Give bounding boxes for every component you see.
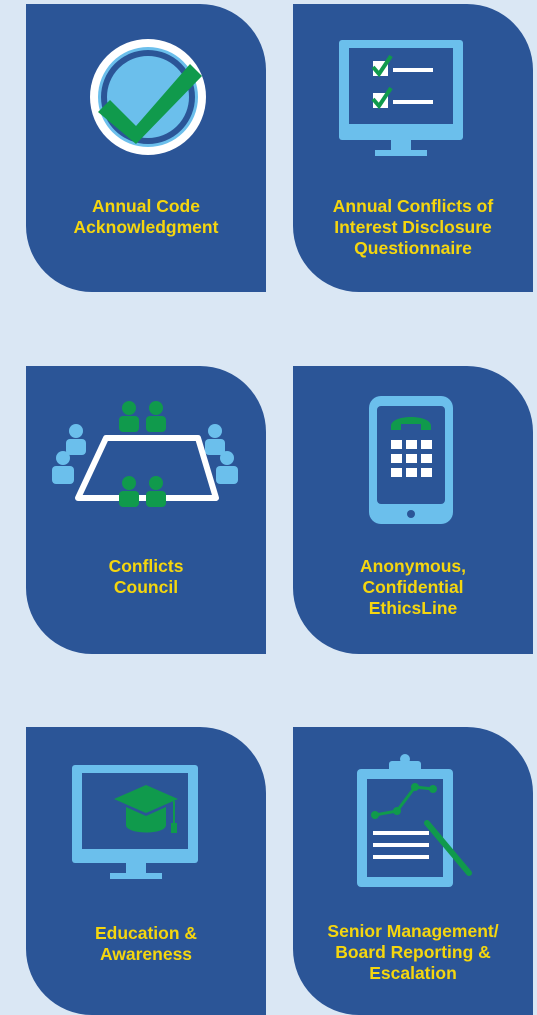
tile-label: Senior Management/ Board Reporting & Esc… bbox=[327, 921, 499, 983]
tile-label: Annual Code Acknowledgment bbox=[73, 196, 219, 237]
meeting-table-icon bbox=[52, 401, 238, 507]
tile-education-awareness: Education & Awareness bbox=[26, 727, 266, 1015]
checkmark-badge-icon bbox=[90, 39, 206, 155]
monitor-checklist-icon bbox=[339, 40, 463, 156]
tile-label: Education & Awareness bbox=[94, 923, 198, 964]
tile-senior-management-reporting: Senior Management/ Board Reporting & Esc… bbox=[293, 727, 533, 1015]
tile-label: Annual Conflicts of Interest Disclosure … bbox=[332, 196, 494, 258]
tile-label: Anonymous, Confidential EthicsLine bbox=[360, 556, 466, 618]
monitor-graduation-cap-icon bbox=[72, 765, 198, 879]
tile-annual-code-acknowledgment: Annual Code Acknowledgment bbox=[26, 4, 266, 292]
tile-annual-conflicts-disclosure: Annual Conflicts of Interest Disclosure … bbox=[293, 4, 533, 292]
tile-conflicts-council: Conflicts Council bbox=[26, 366, 266, 654]
tile-label: Conflicts Council bbox=[108, 556, 184, 597]
mobile-phone-icon bbox=[369, 396, 453, 524]
clipboard-chart-icon bbox=[357, 754, 472, 887]
tile-ethicsline: Anonymous, Confidential EthicsLine bbox=[293, 366, 533, 654]
